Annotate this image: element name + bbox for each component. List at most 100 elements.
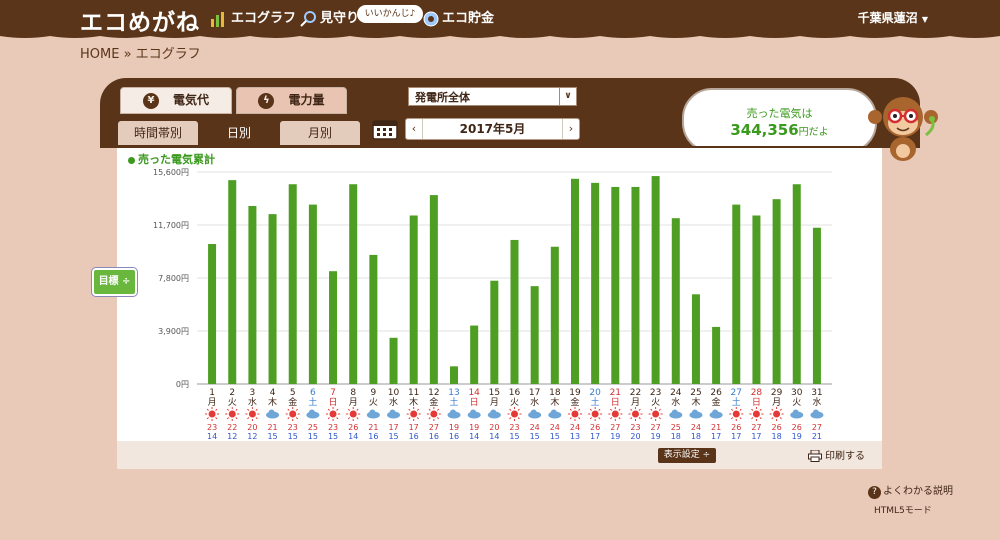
plant-select[interactable]: 発電所全体 ∨ [408, 87, 577, 106]
sun-ray [638, 417, 641, 420]
sun-icon [410, 410, 418, 418]
weekday-label: 月 [349, 397, 358, 408]
bar [752, 215, 761, 384]
sun-ray [287, 417, 290, 420]
sun-ray [437, 417, 440, 420]
cloud-puff [691, 409, 698, 416]
sun-ray [356, 417, 359, 420]
display-settings-button[interactable]: 表示設定 ÷ [658, 448, 716, 463]
help-link[interactable]: ? よくわかる説明 [868, 482, 953, 499]
high-temp-label: 23 [328, 423, 338, 432]
plant-select-value: 発電所全体 [415, 91, 470, 104]
status-speech-bubble: いいかんじ♪ [357, 5, 423, 23]
low-temp-label: 14 [348, 432, 358, 441]
sun-ray [347, 408, 351, 411]
prev-month-button[interactable]: ‹ [406, 119, 422, 139]
cloud-puff [490, 409, 497, 416]
sun-ray [759, 408, 762, 411]
bar [591, 182, 600, 384]
low-temp-label: 18 [691, 432, 701, 441]
sun-ray [610, 408, 613, 411]
tab-daily[interactable]: 日別 [199, 121, 279, 145]
sun-ray [618, 408, 621, 411]
high-temp-label: 17 [409, 423, 419, 432]
nav-eco-graph[interactable]: エコグラフ [210, 7, 296, 27]
sun-icon [349, 410, 357, 418]
high-temp-label: 27 [429, 423, 439, 432]
bar [490, 280, 499, 384]
cloud-puff [450, 409, 457, 416]
high-temp-label: 21 [368, 423, 378, 432]
sun-ray [771, 417, 774, 420]
tab-electricity-cost[interactable]: ¥ 電気代 [120, 87, 232, 114]
nav-eco-savings[interactable]: エコ貯金 [423, 7, 494, 27]
x-tick-label: 24 [670, 388, 682, 398]
bar [208, 244, 217, 384]
sun-ray [416, 417, 419, 420]
sun-icon [773, 410, 781, 418]
low-temp-label: 15 [509, 432, 519, 441]
bar [732, 204, 741, 384]
sold-electricity-bubble: 売った電気は 344,356円だよ [682, 88, 877, 153]
high-temp-label: 23 [288, 423, 298, 432]
help-link-label: よくわかる説明 [883, 486, 953, 497]
x-tick-label: 2 [229, 388, 235, 398]
low-temp-label: 15 [288, 432, 298, 441]
low-temp-label: 17 [711, 432, 721, 441]
bar [530, 286, 539, 384]
x-tick-label: 28 [751, 388, 763, 398]
sun-ray [509, 408, 512, 411]
print-button[interactable]: 印刷する [808, 447, 865, 462]
lightning-icon: ϟ [258, 92, 275, 109]
low-temp-label: 17 [751, 432, 761, 441]
html5-mode-link[interactable]: HTML5モード [874, 503, 932, 516]
high-temp-label: 23 [630, 423, 640, 432]
x-tick-label: 14 [468, 388, 480, 398]
bar [691, 294, 700, 384]
sun-icon [752, 410, 760, 418]
tab-hourly[interactable]: 時間帯別 [118, 121, 198, 145]
app-logo[interactable]: エコめがね [80, 3, 200, 37]
breadcrumb[interactable]: HOME » エコグラフ [80, 43, 201, 62]
y-tick-label: 15,600円 [153, 168, 189, 177]
tab-electricity-amount[interactable]: ϟ 電力量 [236, 87, 347, 114]
cloud-puff [712, 409, 719, 416]
tab-electricity-amount-label: 電力量 [288, 93, 325, 107]
x-tick-label: 26 [710, 388, 722, 398]
sun-ray [630, 417, 633, 420]
x-tick-label: 10 [388, 388, 400, 398]
high-temp-label: 22 [227, 423, 237, 432]
cloud-puff [671, 409, 678, 416]
cloud-puff [389, 409, 396, 416]
high-temp-label: 20 [489, 423, 499, 432]
sun-ray [751, 417, 754, 420]
region-label: 千葉県蓮沼 [857, 11, 918, 25]
weekday-label: 水 [812, 396, 821, 408]
sun-ray [206, 417, 209, 420]
x-tick-label: 22 [630, 388, 641, 398]
x-tick-label: 5 [290, 388, 296, 398]
tab-monthly[interactable]: 月別 [280, 121, 360, 145]
low-temp-label: 16 [429, 432, 439, 441]
high-temp-label: 25 [671, 423, 681, 432]
low-temp-label: 15 [267, 432, 277, 441]
x-tick-label: 9 [371, 388, 377, 398]
weekday-label: 水 [389, 396, 398, 408]
bar [329, 271, 338, 384]
nav-mimamori[interactable]: 見守り [299, 7, 359, 27]
weekday-label: 木 [550, 396, 559, 408]
nav-eco-graph-label: エコグラフ [231, 11, 297, 26]
bar [651, 176, 660, 384]
sun-icon [208, 410, 216, 418]
sun-ray [598, 408, 601, 411]
sun-ray [658, 417, 661, 420]
bar [812, 227, 821, 384]
x-tick-label: 23 [650, 388, 661, 398]
next-month-button[interactable]: › [563, 119, 579, 139]
region-selector[interactable]: 千葉県蓮沼 ▼ [858, 9, 928, 26]
cloud-puff [369, 409, 376, 416]
month-label: 2017年5月 [422, 119, 563, 139]
sun-ray [638, 408, 641, 411]
bar [510, 239, 519, 384]
calendar-icon[interactable] [372, 118, 398, 140]
